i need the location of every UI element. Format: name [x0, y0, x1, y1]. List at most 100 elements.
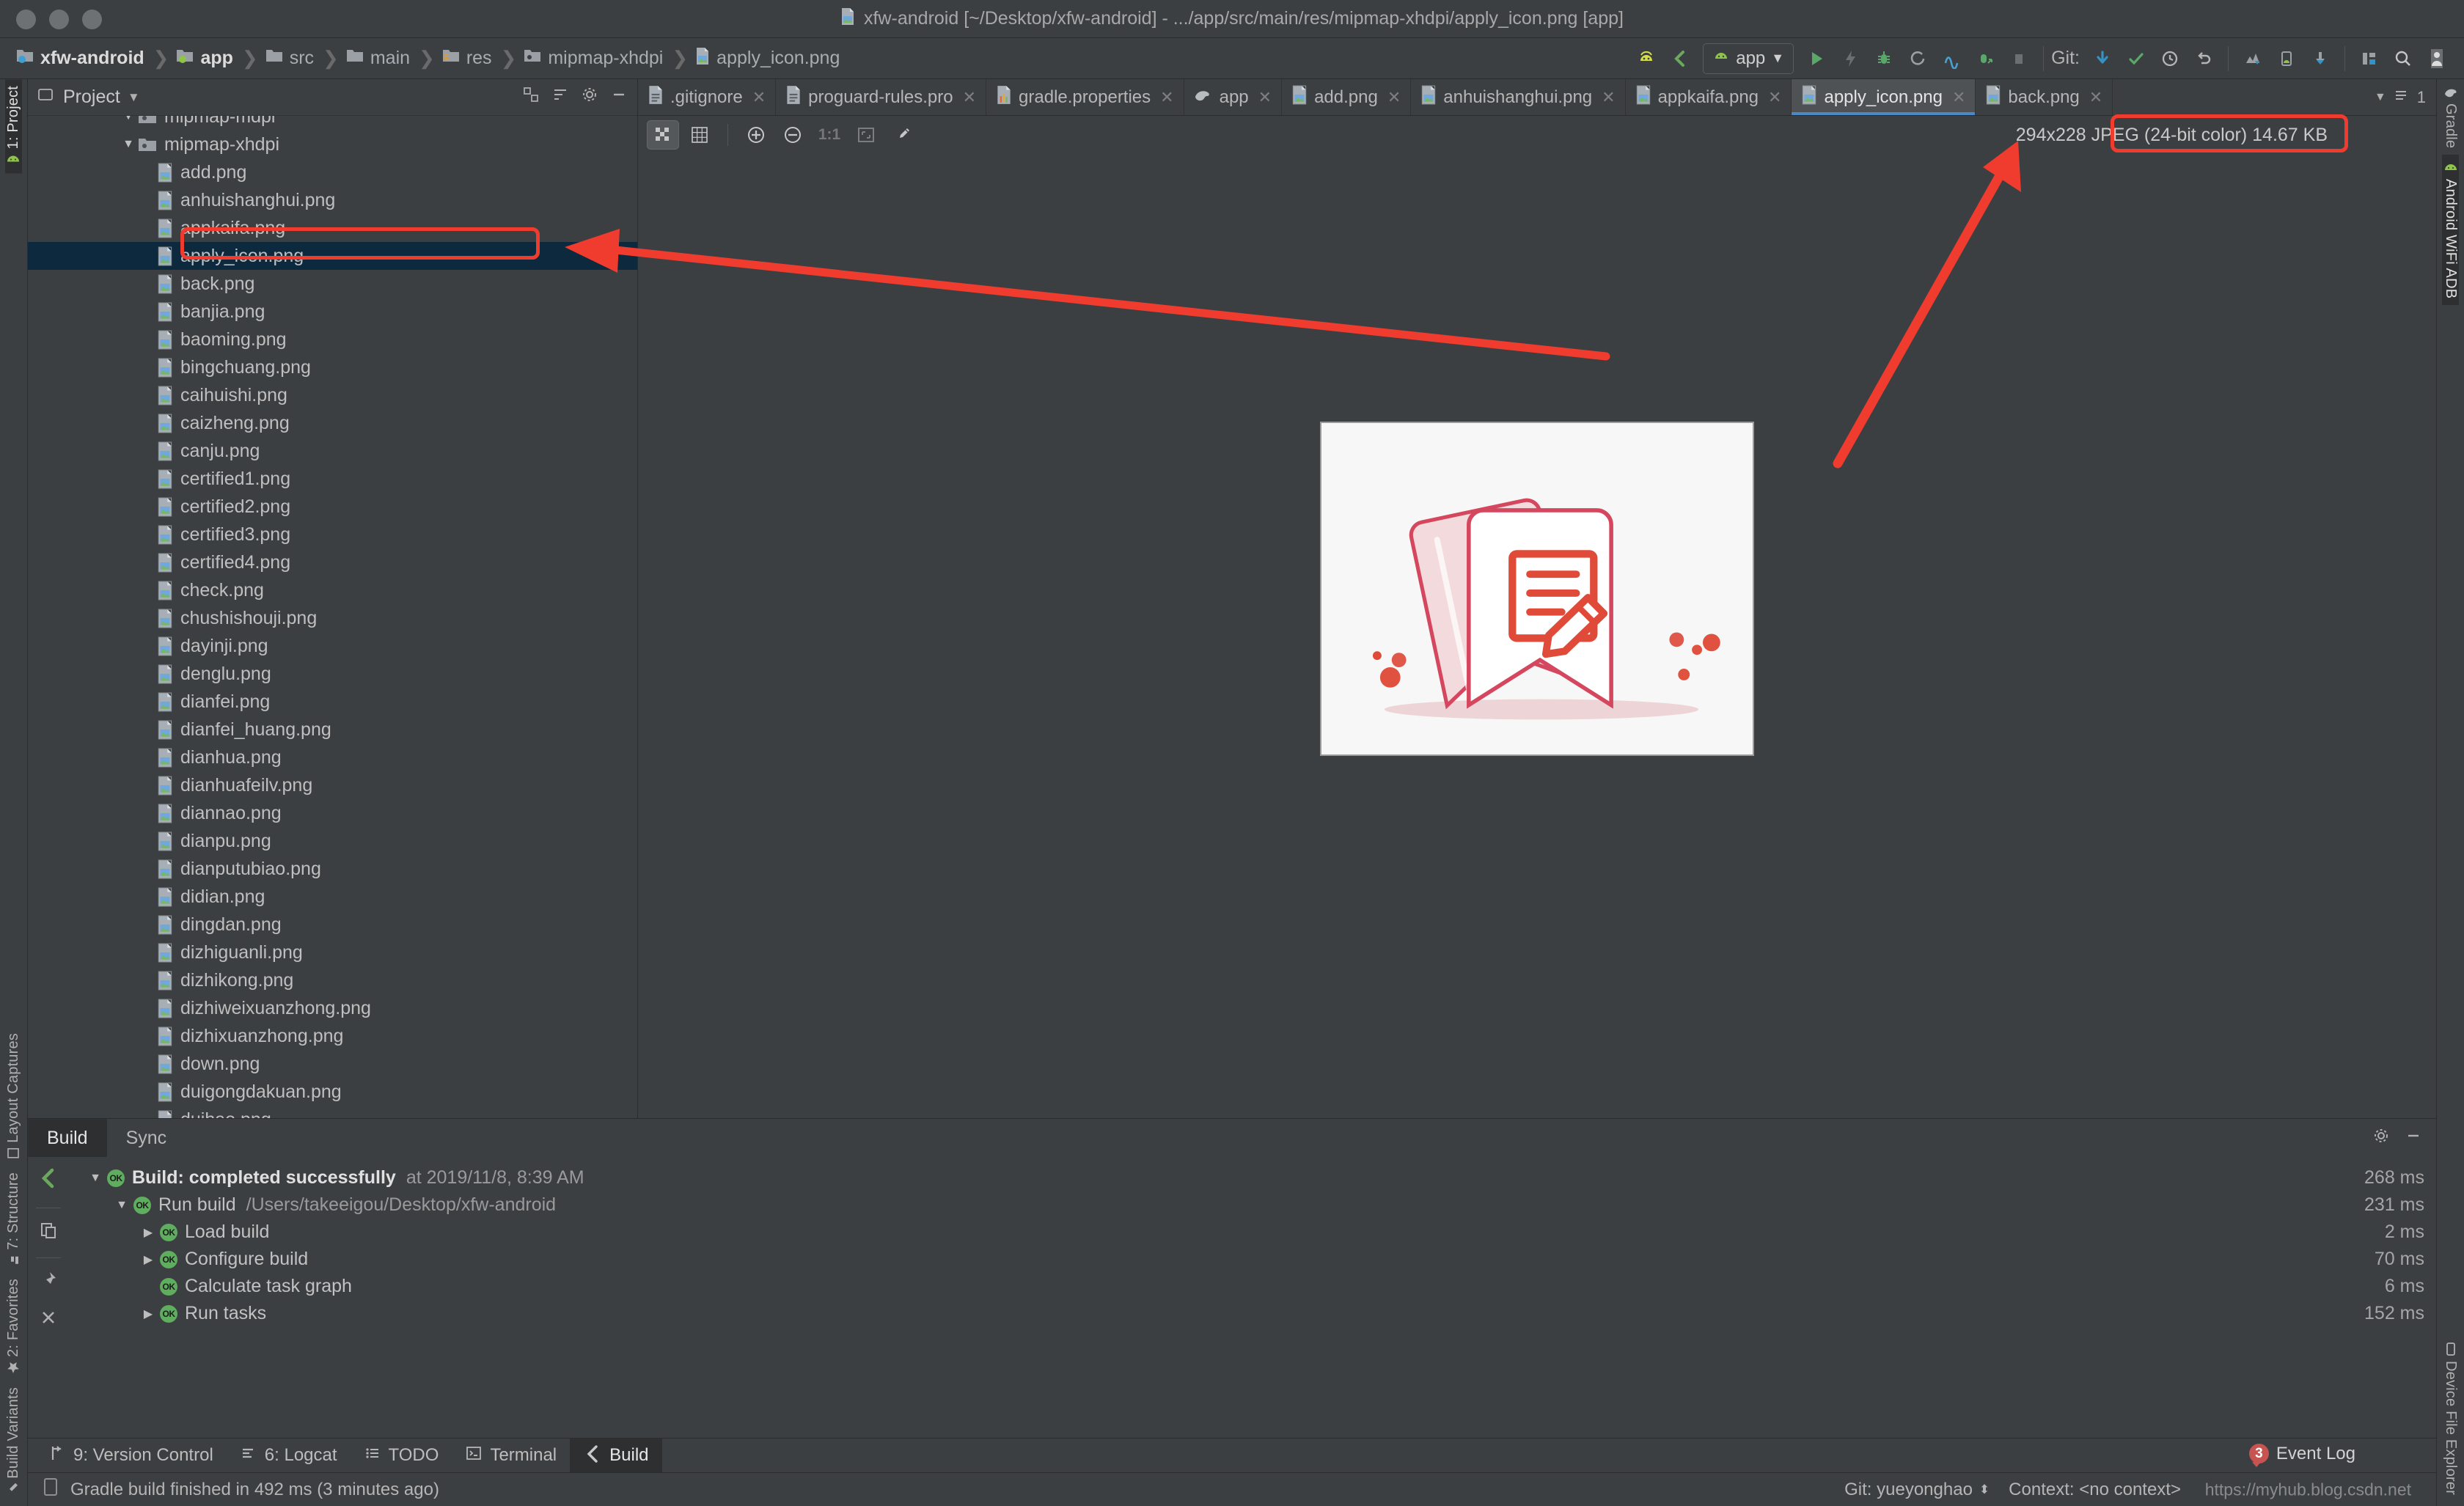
editor-tab-appkaifa-png[interactable]: appkaifa.png ✕ [1626, 79, 1792, 115]
breadcrumb-item-app[interactable]: app [170, 48, 240, 69]
grid-icon[interactable] [683, 120, 716, 150]
expand-arrow-icon[interactable]: ▶ [136, 1252, 160, 1267]
rollback-icon[interactable] [2187, 43, 2221, 75]
breadcrumb-item-res[interactable]: res [436, 48, 499, 69]
sidebar-item-project[interactable]: 1: Project [5, 79, 22, 174]
tree-file-node[interactable]: dianputubiao.png [28, 855, 637, 883]
image-preview-canvas[interactable] [638, 154, 2436, 1118]
tree-file-node[interactable]: duihao.png [28, 1106, 637, 1118]
close-tab-icon[interactable]: ✕ [963, 88, 976, 107]
sort-icon[interactable] [551, 85, 570, 109]
tree-file-node[interactable]: denglu.png [28, 660, 637, 688]
collapse-all-icon[interactable] [521, 85, 540, 109]
project-structure-icon[interactable] [2353, 43, 2386, 75]
build-output-row[interactable]: ▶ OK Run tasks 152 ms [69, 1300, 2436, 1327]
sdk-manager-icon[interactable] [2236, 43, 2270, 75]
close-tab-icon[interactable]: ✕ [1952, 88, 1965, 107]
zoom-in-icon[interactable] [740, 120, 772, 150]
tree-file-node[interactable]: duigongdakuan.png [28, 1078, 637, 1106]
editor-tab-gradle-properties[interactable]: gradle.properties ✕ [986, 79, 1184, 115]
expand-arrow-icon[interactable]: ▶ [136, 1307, 160, 1321]
profile-icon[interactable] [2420, 43, 2454, 75]
tree-file-node[interactable]: didian.png [28, 883, 637, 911]
build-icon[interactable] [36, 1166, 61, 1196]
tree-file-node[interactable]: add.png [28, 158, 637, 186]
attach-debugger-icon[interactable] [1968, 43, 2002, 75]
chessboard-icon[interactable] [647, 120, 679, 150]
device-manager-icon[interactable] [2270, 43, 2303, 75]
tree-file-node[interactable]: dizhiguanli.png [28, 939, 637, 966]
tree-file-node[interactable]: certified1.png [28, 465, 637, 493]
tool-window-tab-build[interactable]: Build [570, 1438, 662, 1473]
sidebar-item-structure[interactable]: 7: Structure [5, 1166, 22, 1273]
tree-file-node[interactable]: dizhikong.png [28, 966, 637, 994]
search-icon[interactable] [2386, 43, 2420, 75]
history-icon[interactable] [2153, 43, 2187, 75]
avd-manager-icon[interactable] [1629, 43, 1663, 75]
build-output-row[interactable]: ▶ OK Load build 2 ms [69, 1219, 2436, 1246]
tree-file-node[interactable]: chushishouji.png [28, 604, 637, 632]
tree-file-node[interactable]: appkaifa.png [28, 214, 637, 242]
tree-folder-node[interactable]: ▼ mipmap-mdpi [28, 116, 637, 131]
tool-window-tab-todo[interactable]: TODO [351, 1439, 452, 1473]
tree-file-node[interactable]: bingchuang.png [28, 353, 637, 381]
editor-tab-app[interactable]: app ✕ [1184, 79, 1283, 115]
editor-tab-add-png[interactable]: add.png ✕ [1282, 79, 1412, 115]
sidebar-item-favorites[interactable]: 2: Favorites [5, 1272, 22, 1381]
hide-icon[interactable] [2404, 1126, 2423, 1150]
tree-file-node[interactable]: canju.png [28, 437, 637, 465]
pin-icon[interactable] [38, 1270, 59, 1296]
debug-icon[interactable] [1867, 43, 1901, 75]
tool-window-tab-9-version-control[interactable]: 9: Version Control [35, 1439, 227, 1473]
stop-icon[interactable] [2002, 43, 2036, 75]
tree-folder-node[interactable]: ▼ mipmap-xhdpi [28, 131, 637, 158]
editor-tabs-overflow[interactable]: ▼ 1 [2364, 79, 2436, 115]
tree-file-node[interactable]: diannao.png [28, 799, 637, 827]
tree-file-node[interactable]: dianhuafeilv.png [28, 771, 637, 799]
git-branch-widget[interactable]: Git: yueyonghao ⬍ [1844, 1480, 1990, 1500]
sidebar-item-build-variants[interactable]: Build Variants [5, 1381, 22, 1502]
profiler-icon[interactable] [1935, 43, 1968, 75]
close-tab-icon[interactable]: ✕ [2089, 88, 2102, 107]
tree-file-node[interactable]: dianpu.png [28, 827, 637, 855]
tree-file-node[interactable]: check.png [28, 576, 637, 604]
tool-window-tab-terminal[interactable]: Terminal [452, 1439, 570, 1473]
tree-file-node[interactable]: dianfei_huang.png [28, 716, 637, 743]
editor-tab-proguard-rules-pro[interactable]: proguard-rules.pro ✕ [776, 79, 987, 115]
breadcrumb-item-mipmap[interactable]: mipmap-xhdpi [518, 48, 670, 69]
build-output-row[interactable]: ▼ OK Build: completed successfully at 2019/… [69, 1164, 2436, 1191]
update-project-icon[interactable] [2086, 43, 2119, 75]
close-tab-icon[interactable]: ✕ [1602, 88, 1615, 107]
window-controls[interactable] [16, 0, 102, 38]
apply-changes-icon[interactable] [1833, 43, 1867, 75]
expand-arrow-icon[interactable]: ▼ [119, 116, 138, 123]
close-tab-icon[interactable]: ✕ [752, 88, 766, 107]
project-dropdown-icon[interactable] [37, 86, 56, 109]
pull-icon[interactable] [2303, 43, 2337, 75]
notification-icon[interactable] [41, 1477, 60, 1502]
hide-icon[interactable] [609, 85, 628, 109]
project-file-tree[interactable]: ▼ mipmap-mdpi ▼ mipmap-xhdpi add.png anhuisha… [28, 116, 637, 1118]
build-output-tree[interactable]: ▼ OK Build: completed successfully at 2019/… [69, 1157, 2436, 1438]
fit-screen-icon[interactable] [850, 120, 882, 150]
tree-file-node[interactable]: banjia.png [28, 298, 637, 326]
tree-file-node[interactable]: dayinji.png [28, 632, 637, 660]
editor-tab-back-png[interactable]: back.png ✕ [1976, 79, 2113, 115]
build-output-row[interactable]: ▶ OK Configure build 70 ms [69, 1246, 2436, 1273]
editor-tab--gitignore[interactable]: .gitignore ✕ [638, 79, 777, 115]
tool-window-tab-6-logcat[interactable]: 6: Logcat [227, 1439, 351, 1473]
tab-build[interactable]: Build [28, 1119, 107, 1157]
tab-sync[interactable]: Sync [107, 1119, 186, 1157]
editor-tab-apply-icon-png[interactable]: apply_icon.png ✕ [1792, 79, 1976, 115]
close-tab-icon[interactable]: ✕ [1258, 88, 1272, 107]
tree-file-node[interactable]: caihuishi.png [28, 381, 637, 409]
tree-file-node[interactable]: certified4.png [28, 548, 637, 576]
tree-file-node[interactable]: dizhixuanzhong.png [28, 1022, 637, 1050]
tree-file-node[interactable]: certified2.png [28, 493, 637, 521]
tree-file-node[interactable]: apply_icon.png [28, 242, 637, 270]
sidebar-item-layout-captures[interactable]: Layout Captures [5, 1026, 22, 1166]
close-tab-icon[interactable]: ✕ [1768, 88, 1781, 107]
tree-file-node[interactable]: caizheng.png [28, 409, 637, 437]
expand-arrow-icon[interactable]: ▼ [84, 1172, 107, 1185]
context-widget[interactable]: Context: <no context> [2009, 1480, 2181, 1500]
